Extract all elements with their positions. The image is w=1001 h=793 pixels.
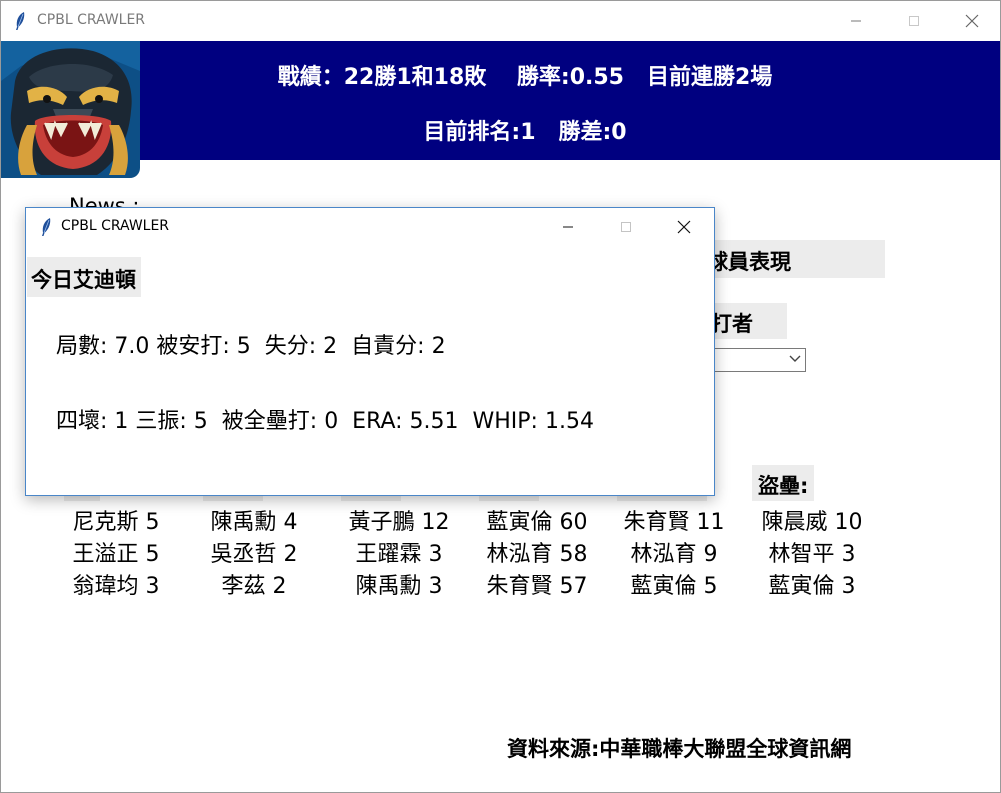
pitching-stats-line-2: 四壞: 1 三振: 5 被全壘打: 0 ERA: 5.51 WHIP: 1.54 (56, 409, 594, 434)
maximize-button[interactable] (885, 1, 943, 40)
minimize-icon (851, 20, 861, 21)
record-text: 戰績：22勝1和18敗 勝率:0.55 目前連勝2場 (277, 65, 773, 90)
list-item: 翁瑋均 3 (72, 574, 160, 599)
player-performance-button[interactable]: 球員表現 (701, 240, 885, 278)
list-item: 林泓育 9 (630, 542, 718, 567)
stat-column-5: 朱育賢 11 林泓育 9 藍寅倫 5 (610, 507, 738, 603)
list-item: 陳晨威 10 (761, 510, 863, 535)
minimize-button[interactable] (827, 1, 885, 40)
feather-icon (16, 12, 25, 30)
rank-text: 目前排名:1 勝差:0 (423, 120, 627, 145)
title-bar[interactable]: CPBL CRAWLER (1, 1, 1000, 40)
popup-close-button[interactable] (655, 208, 713, 246)
list-item: 王溢正 5 (72, 542, 160, 567)
player-type-select[interactable] (701, 348, 806, 372)
pitcher-popup-window: CPBL CRAWLER 今日艾迪頓 局數: 7.0 被安打: 5 失分: 2 … (25, 207, 715, 496)
popup-minimize-button[interactable] (539, 208, 597, 246)
window-title: CPBL CRAWLER (37, 12, 146, 28)
list-item: 朱育賢 57 (486, 574, 588, 599)
list-item: 藍寅倫 60 (486, 510, 588, 535)
today-pitcher-label: 今日艾迪頓 (27, 257, 141, 297)
list-item: 林智平 3 (768, 542, 856, 567)
team-logo (1, 41, 140, 178)
list-item: 尼克斯 5 (72, 510, 160, 535)
list-item: 陳禹勳 3 (355, 574, 443, 599)
list-item: 藍寅倫 5 (630, 574, 718, 599)
list-item: 藍寅倫 3 (768, 574, 856, 599)
maximize-icon (621, 222, 631, 232)
popup-title-bar[interactable]: CPBL CRAWLER (26, 208, 714, 246)
feather-icon (42, 218, 51, 236)
steal-header: 盜壘: (752, 465, 815, 501)
close-icon (677, 220, 691, 234)
chevron-down-icon (789, 355, 801, 362)
stat-column-3: 黃子鵬 12 王躍霖 3 陳禹勳 3 (335, 507, 463, 603)
popup-maximize-button[interactable] (597, 208, 655, 246)
list-item: 陳禹勳 4 (210, 510, 298, 535)
batter-label: 打者 (711, 312, 753, 336)
stat-column-4: 藍寅倫 60 林泓育 58 朱育賢 57 (473, 507, 601, 603)
stat-column-2: 陳禹勳 4 吳丞哲 2 李茲 2 (190, 507, 318, 603)
close-icon (965, 14, 979, 27)
list-item: 李茲 2 (221, 574, 287, 599)
monkey-logo-icon (1, 41, 140, 178)
list-item: 林泓育 58 (486, 542, 588, 567)
pitching-stats-line-1: 局數: 7.0 被安打: 5 失分: 2 自責分: 2 (56, 334, 446, 359)
list-item: 黃子鵬 12 (348, 510, 450, 535)
stat-column-6: 陳晨威 10 林智平 3 藍寅倫 3 (748, 507, 876, 603)
data-source-text: 資料來源:中華職棒大聯盟全球資訊網 (507, 737, 852, 761)
stat-column-1: 尼克斯 5 王溢正 5 翁瑋均 3 (52, 507, 180, 603)
player-performance-label: 球員表現 (707, 250, 791, 274)
popup-title: CPBL CRAWLER (61, 218, 170, 234)
list-item: 朱育賢 11 (623, 510, 725, 535)
minimize-icon (563, 226, 573, 228)
list-item: 吳丞哲 2 (210, 542, 298, 567)
list-item: 王躍霖 3 (355, 542, 443, 567)
close-button[interactable] (943, 1, 1000, 40)
maximize-icon (909, 15, 919, 26)
